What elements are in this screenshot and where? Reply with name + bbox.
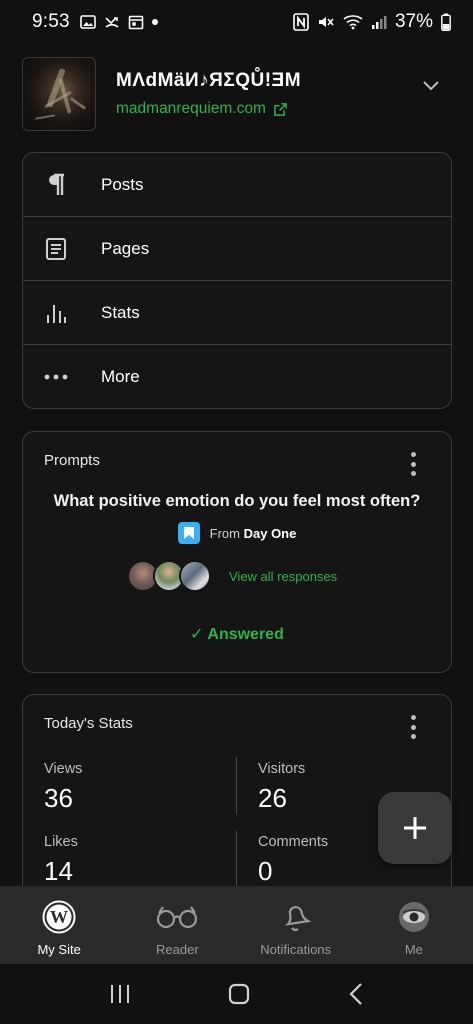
- stat-divider: [236, 757, 237, 815]
- more-vert-icon[interactable]: [403, 452, 423, 476]
- menu-item-posts[interactable]: Posts: [23, 153, 451, 217]
- responses-row[interactable]: View all responses: [127, 560, 337, 592]
- menu-item-pages[interactable]: Pages: [23, 217, 451, 281]
- tab-label: Me: [404, 942, 423, 957]
- site-url: madmanrequiem.com: [116, 100, 266, 117]
- home-icon[interactable]: [228, 983, 250, 1005]
- avatar-icon: [398, 900, 430, 934]
- chevron-down-icon[interactable]: [422, 80, 440, 92]
- stat-label: Views: [44, 761, 83, 777]
- stat-label: Comments: [258, 834, 329, 850]
- stats-bars-icon: [43, 300, 69, 326]
- site-icon[interactable]: [22, 57, 96, 131]
- page-icon: [43, 236, 69, 262]
- menu-item-label: Stats: [101, 302, 140, 322]
- answered-status[interactable]: ✓ Answered: [23, 624, 451, 644]
- responder-avatar: [179, 560, 211, 592]
- calendar-icon: [128, 15, 144, 30]
- stat-value: 0: [258, 856, 273, 886]
- stat-visitors: Visitors 26: [258, 761, 305, 814]
- bottom-tab-bar: W My Site Reader Notifications Me: [0, 886, 473, 964]
- stat-label: Likes: [44, 834, 78, 850]
- pilcrow-icon: [43, 172, 69, 198]
- back-icon[interactable]: [348, 982, 364, 1006]
- stat-likes: Likes 14: [44, 834, 78, 887]
- wordpress-icon: W: [42, 900, 76, 934]
- bell-icon: [281, 900, 311, 934]
- stat-comments: Comments 0: [258, 834, 328, 887]
- wifi-icon: [343, 15, 363, 30]
- tab-notifications[interactable]: Notifications: [237, 886, 355, 964]
- stat-value: 26: [258, 783, 287, 813]
- signal-icon: [371, 16, 387, 29]
- prompts-title: Prompts: [44, 452, 100, 469]
- status-bar: 9:53 37%: [0, 0, 473, 44]
- system-nav-bar: [0, 964, 473, 1024]
- ellipsis-icon: [43, 364, 69, 390]
- stat-value: 36: [44, 783, 73, 813]
- prompt-source: From Day One: [23, 522, 451, 544]
- prompt-question: What positive emotion do you feel most o…: [53, 492, 421, 510]
- stats-title: Today's Stats: [44, 715, 133, 732]
- menu-item-label: Posts: [101, 174, 144, 194]
- stat-label: Visitors: [258, 761, 306, 777]
- tab-label: Notifications: [260, 942, 332, 957]
- plus-icon: [404, 817, 426, 839]
- site-url-link[interactable]: madmanrequiem.com: [116, 100, 301, 118]
- recent-apps-icon[interactable]: [109, 983, 131, 1005]
- tab-label: Reader: [156, 942, 199, 957]
- tab-label: My Site: [37, 942, 81, 957]
- tab-me[interactable]: Me: [355, 886, 473, 964]
- more-vert-icon[interactable]: [403, 715, 423, 739]
- svg-text:W: W: [50, 907, 68, 927]
- menu-item-label: More: [101, 367, 140, 386]
- status-time: 9:53: [32, 11, 70, 32]
- battery-icon: [441, 13, 451, 31]
- from-prefix: From: [209, 525, 240, 541]
- stat-value: 14: [44, 856, 73, 886]
- site-title: MΛdMäИ♪ЯΣQŮ!ƎM: [116, 70, 302, 91]
- nfc-icon: [293, 13, 309, 31]
- battery-percent: 37%: [394, 11, 433, 32]
- mute-icon: [318, 17, 334, 27]
- prompts-card: Prompts What positive emotion do you fee…: [22, 431, 452, 673]
- site-menu-card: Posts Pages Stats More: [22, 152, 452, 409]
- menu-item-stats[interactable]: Stats: [23, 281, 451, 345]
- day-one-bookmark-icon: [177, 522, 200, 544]
- create-fab-button[interactable]: [378, 792, 452, 864]
- external-link-icon: [274, 102, 287, 116]
- stat-divider: [236, 831, 237, 891]
- missed-call-icon: [105, 17, 119, 28]
- view-all-responses-link[interactable]: View all responses: [229, 569, 337, 584]
- site-header[interactable]: MΛdMäИ♪ЯΣQŮ!ƎM madmanrequiem.com: [22, 56, 452, 132]
- stat-views: Views 36: [44, 761, 82, 814]
- gallery-icon: [79, 15, 96, 29]
- tab-my-site[interactable]: W My Site: [0, 886, 118, 964]
- glasses-icon: [155, 900, 199, 934]
- menu-item-more[interactable]: More: [23, 345, 451, 409]
- notification-dot-icon: [151, 19, 158, 25]
- menu-item-label: Pages: [101, 238, 150, 258]
- from-source: Day One: [243, 525, 297, 541]
- tab-reader[interactable]: Reader: [118, 886, 236, 964]
